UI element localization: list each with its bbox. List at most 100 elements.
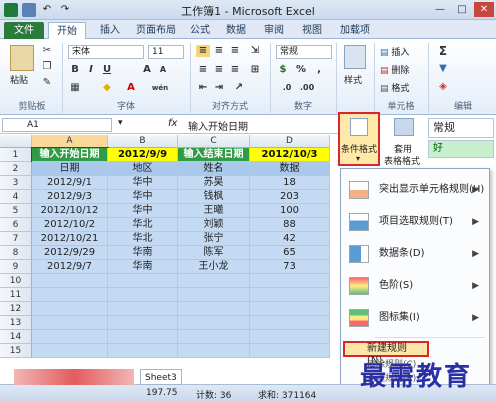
shrink-font-button[interactable]: A bbox=[156, 64, 170, 76]
cell-b2[interactable]: 地区 bbox=[108, 162, 178, 176]
decrease-decimal-icon[interactable]: .00 bbox=[300, 82, 314, 94]
row-header[interactable]: 4 bbox=[0, 190, 32, 204]
column-header-a[interactable]: A bbox=[32, 135, 108, 148]
cell-d4[interactable]: 203 bbox=[250, 190, 330, 204]
cell-a13[interactable] bbox=[32, 316, 108, 330]
format-painter-icon[interactable]: ✎ bbox=[40, 77, 54, 89]
insert-function-button[interactable]: fx bbox=[168, 118, 177, 129]
cell-b8[interactable]: 华南 bbox=[108, 246, 178, 260]
row-header[interactable]: 5 bbox=[0, 204, 32, 218]
orientation-icon[interactable]: ↗ bbox=[232, 82, 246, 94]
format-as-table-button[interactable]: 套用 表格格式 bbox=[384, 116, 424, 167]
font-color-icon[interactable]: A bbox=[124, 82, 138, 94]
conditional-format-button[interactable]: 条件格式 ▾ bbox=[338, 112, 380, 166]
cell-c4[interactable]: 钱枫 bbox=[178, 190, 250, 204]
align-middle-icon[interactable]: ≡ bbox=[212, 45, 226, 57]
phonetic-button[interactable]: wén bbox=[150, 82, 170, 94]
cell-c3[interactable]: 苏昊 bbox=[178, 176, 250, 190]
cell-a3[interactable]: 2012/9/1 bbox=[32, 176, 108, 190]
copy-icon[interactable]: ❐ bbox=[40, 61, 54, 73]
cell-d13[interactable] bbox=[250, 316, 330, 330]
cell-c14[interactable] bbox=[178, 330, 250, 344]
row-header[interactable]: 6 bbox=[0, 218, 32, 232]
tab-page-layout[interactable]: 页面布局 bbox=[128, 22, 184, 39]
name-box[interactable]: A1 bbox=[2, 118, 112, 132]
cell-d10[interactable] bbox=[250, 274, 330, 288]
cell-c6[interactable]: 刘颖 bbox=[178, 218, 250, 232]
cell-d14[interactable] bbox=[250, 330, 330, 344]
name-box-dropdown-icon[interactable]: ▾ bbox=[118, 118, 123, 128]
grow-font-button[interactable]: A bbox=[140, 64, 154, 76]
cell-c1[interactable]: 输入结束日期 bbox=[178, 148, 250, 162]
row-header[interactable]: 9 bbox=[0, 260, 32, 274]
tab-view[interactable]: 视图 bbox=[294, 22, 330, 39]
maximize-icon[interactable]: □ bbox=[452, 2, 472, 17]
italic-button[interactable]: I bbox=[84, 64, 98, 76]
row-header[interactable]: 11 bbox=[0, 288, 32, 302]
cell-b4[interactable]: 华中 bbox=[108, 190, 178, 204]
cell-b15[interactable] bbox=[108, 344, 178, 358]
cell-b14[interactable] bbox=[108, 330, 178, 344]
tab-data[interactable]: 数据 bbox=[218, 22, 254, 39]
align-center-icon[interactable]: ≡ bbox=[212, 64, 226, 76]
minimize-icon[interactable]: — bbox=[430, 2, 450, 17]
cell-c5[interactable]: 王曦 bbox=[178, 204, 250, 218]
row-header[interactable]: 14 bbox=[0, 330, 32, 344]
row-header[interactable]: 8 bbox=[0, 246, 32, 260]
select-all-corner[interactable] bbox=[0, 135, 32, 148]
cell-c12[interactable] bbox=[178, 302, 250, 316]
cell-a6[interactable]: 2012/10/2 bbox=[32, 218, 108, 232]
cell-c13[interactable] bbox=[178, 316, 250, 330]
clear-icon[interactable]: ◈ bbox=[436, 81, 450, 93]
cell-d3[interactable]: 18 bbox=[250, 176, 330, 190]
close-icon[interactable]: ✕ bbox=[474, 2, 494, 17]
paste-icon[interactable] bbox=[10, 45, 34, 71]
cell-c10[interactable] bbox=[178, 274, 250, 288]
cell-d15[interactable] bbox=[250, 344, 330, 358]
row-header[interactable]: 13 bbox=[0, 316, 32, 330]
cell-d12[interactable] bbox=[250, 302, 330, 316]
cell-a9[interactable]: 2012/9/7 bbox=[32, 260, 108, 274]
border-icon[interactable]: ▦ bbox=[68, 82, 82, 94]
cell-b6[interactable]: 华北 bbox=[108, 218, 178, 232]
cell-b12[interactable] bbox=[108, 302, 178, 316]
cell-d7[interactable]: 42 bbox=[250, 232, 330, 246]
increase-indent-icon[interactable]: ⇥ bbox=[212, 82, 226, 94]
cell-a2[interactable]: 日期 bbox=[32, 162, 108, 176]
tab-review[interactable]: 审阅 bbox=[256, 22, 292, 39]
sheet-tab[interactable]: Sheet3 bbox=[140, 369, 182, 385]
menu-item-icon-sets[interactable]: 图标集(I) ▶ bbox=[343, 303, 487, 333]
menu-item-color-scales[interactable]: 色阶(S) ▶ bbox=[343, 271, 487, 301]
cell-a7[interactable]: 2012/10/21 bbox=[32, 232, 108, 246]
align-right-icon[interactable]: ≡ bbox=[228, 64, 242, 76]
cell-a12[interactable] bbox=[32, 302, 108, 316]
cell-d1[interactable]: 2012/10/3 bbox=[250, 148, 330, 162]
cell-c7[interactable]: 张宁 bbox=[178, 232, 250, 246]
cells-delete-button[interactable]: ▤ 删除 bbox=[380, 63, 409, 76]
cell-a11[interactable] bbox=[32, 288, 108, 302]
cell-a15[interactable] bbox=[32, 344, 108, 358]
column-header-b[interactable]: B bbox=[108, 135, 178, 148]
cell-b3[interactable]: 华中 bbox=[108, 176, 178, 190]
cell-d9[interactable]: 73 bbox=[250, 260, 330, 274]
cell-b13[interactable] bbox=[108, 316, 178, 330]
row-header[interactable]: 7 bbox=[0, 232, 32, 246]
cell-a8[interactable]: 2012/9/29 bbox=[32, 246, 108, 260]
autosum-button[interactable]: Σ bbox=[436, 45, 450, 57]
align-bottom-icon[interactable]: ≡ bbox=[228, 45, 242, 57]
cell-b9[interactable]: 华南 bbox=[108, 260, 178, 274]
percent-icon[interactable]: % bbox=[294, 64, 308, 76]
sort-filter-icon[interactable] bbox=[462, 45, 484, 67]
menu-item-data-bars[interactable]: 数据条(D) ▶ bbox=[343, 239, 487, 269]
currency-icon[interactable]: $ bbox=[276, 64, 290, 76]
decrease-indent-icon[interactable]: ⇤ bbox=[196, 82, 210, 94]
paste-button[interactable]: 粘贴 bbox=[10, 73, 28, 86]
row-header[interactable]: 2 bbox=[0, 162, 32, 176]
tab-addins[interactable]: 加载项 bbox=[332, 22, 378, 39]
cell-a5[interactable]: 2012/10/12 bbox=[32, 204, 108, 218]
align-top-icon[interactable]: ≡ bbox=[196, 45, 210, 57]
underline-button[interactable]: U bbox=[100, 64, 114, 76]
cell-b10[interactable] bbox=[108, 274, 178, 288]
column-header-c[interactable]: C bbox=[178, 135, 250, 148]
cell-d11[interactable] bbox=[250, 288, 330, 302]
